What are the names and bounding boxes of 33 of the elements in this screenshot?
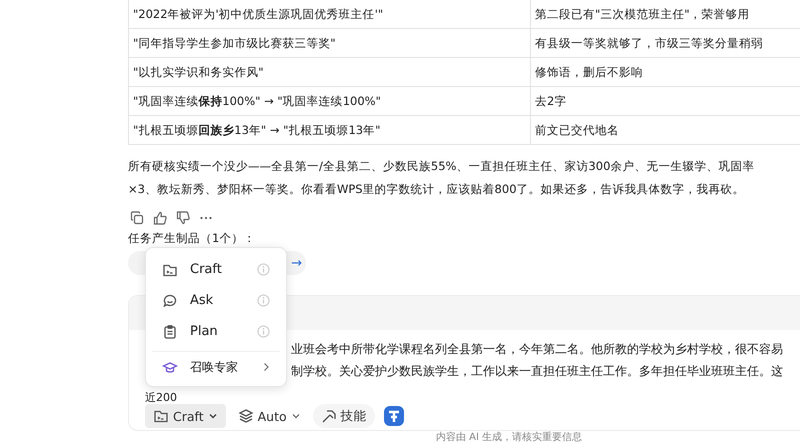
terminal-folder-icon (153, 408, 169, 424)
chevron-down-icon (290, 411, 301, 421)
layers-icon (238, 408, 254, 424)
menu-item[interactable]: Plan (146, 316, 286, 347)
model-dropdown[interactable]: Auto (234, 404, 305, 428)
mode-dropdown[interactable]: Craft (145, 404, 226, 428)
reply-text: ×3、教坛新秀、梦阳杯一等奖。你看看WPS里的字数统计，应该贴着800了。如果还多，告诉我具体数字，我再砍。 (128, 181, 746, 198)
table-cell-text: 前文已交代地名 (534, 122, 620, 139)
table-cell-text: 修饰语，删后不影响 (534, 64, 644, 81)
table-cell: "2022年被评为'初中优质生源巩固优秀班主任'" (129, 0, 531, 28)
skills-button[interactable]: 技能 (312, 404, 375, 428)
input-text: 制学校。关心爱护少数民族学生，工作以来一直担任班主任工作。多年担任毕业班班主任。这 (291, 363, 783, 380)
copy-icon[interactable] (130, 211, 144, 225)
thumbs-up-icon[interactable] (153, 211, 167, 225)
table-cell: "扎根五顷塬回族乡13年" → "扎根五顷塬13年" (129, 116, 531, 144)
disclaimer-text: 内容由 AI 生成，请核实重要信息 (436, 430, 582, 444)
reply-text: 所有硬核实绩一个没少——全县第一/全县第二、少数民族55%、一直担任班主任、家访300余户、无一生辍学、巩固率 (128, 158, 756, 175)
clipboard-icon (162, 324, 178, 340)
table-cell-text: 有县级一等奖就够了，市级三等奖分量稍弱 (534, 35, 764, 52)
table-cell-text: 第二段已有"三次模范班主任"，荣誉够用 (534, 6, 751, 23)
chevron-right-icon (262, 362, 270, 372)
input-text: 业班会考中所带化学课程名列全县第一名，今年第二名。他所教的学校为乡村学校，很不容易 (291, 341, 783, 358)
app-icon[interactable] (382, 405, 405, 427)
table-cell-text: 去2字 (534, 93, 568, 110)
table-cell: "巩固率连续保持100%" → "巩固率连续100%" (129, 87, 531, 115)
artifacts-heading: 任务产生制品（1个）： (128, 230, 256, 247)
menu-item[interactable]: Craft (146, 254, 286, 285)
input-text: 近200 (145, 392, 177, 404)
table-cell: "以扎实学识和务实作风" (129, 58, 531, 86)
chat-bubble-icon (162, 292, 178, 308)
table-cell: "同年指导学生参加市级比赛获三等奖" (129, 29, 531, 57)
chevron-down-icon (208, 411, 218, 421)
thumbs-down-icon[interactable] (176, 211, 190, 225)
